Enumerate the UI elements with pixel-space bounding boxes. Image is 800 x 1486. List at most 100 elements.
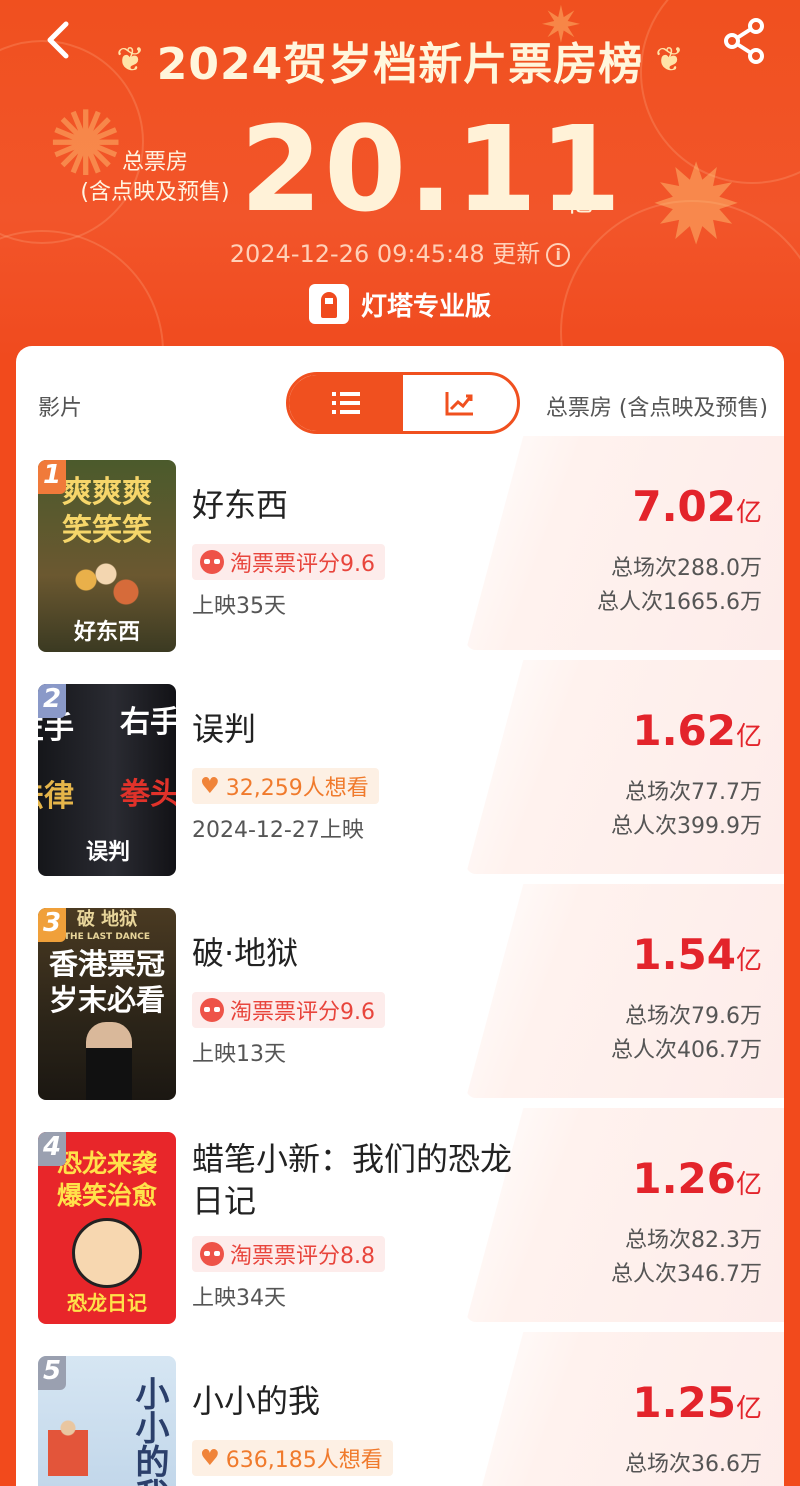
want-to-see-text: 32,259人想看	[225, 776, 369, 801]
poster-logo: 恐龙日记	[67, 1291, 147, 1315]
laurel-right-icon: ❦	[655, 40, 684, 80]
poster-line1: 香港票冠	[48, 947, 165, 981]
film-poster[interactable]: 破 地狱 THE LAST DANCE 香港票冠 岁末必看 3	[38, 908, 176, 1100]
poster-logo: 误判	[85, 839, 130, 865]
taopiaopiao-icon	[200, 550, 224, 574]
box-office-value: 1.62	[632, 706, 736, 755]
admissions: 总人次1665.6万	[597, 590, 762, 615]
chevron-left-icon	[47, 21, 69, 59]
film-title[interactable]: 好东西	[192, 484, 522, 526]
header: ✺ ✹ ✷ ❦ 2024贺岁档新片票房榜 ❦ 总票房 (含点映及预售) 20.1…	[0, 0, 800, 360]
box-office-value: 7.02	[632, 482, 736, 531]
box-office-unit: 亿	[735, 498, 762, 528]
row-highlight	[466, 884, 784, 1098]
poster-line2: 笑笑笑	[62, 513, 152, 548]
box-office-value: 1.54	[632, 930, 736, 979]
column-film-label: 影片	[38, 396, 83, 421]
poster-figure	[86, 1022, 132, 1100]
rank-badge: 2	[38, 684, 66, 718]
release-info: 上映35天	[192, 594, 286, 619]
title-row: ❦ 2024贺岁档新片票房榜 ❦	[100, 30, 700, 90]
rank-badge: 4	[38, 1132, 66, 1166]
film-row[interactable]: 破 地狱 THE LAST DANCE 香港票冠 岁末必看 3 破·地狱 淘票票…	[16, 884, 784, 1100]
box-office: 1.54亿	[632, 930, 762, 979]
release-info: 上映34天	[192, 1286, 286, 1311]
film-poster[interactable]: 小小的我 5	[38, 1356, 176, 1486]
column-total-label: 总票房 (含点映及预售)	[545, 396, 768, 421]
box-office-unit: 亿	[735, 722, 762, 752]
screenings: 总场次82.3万	[625, 1228, 762, 1253]
back-button[interactable]	[40, 18, 84, 62]
rank-badge: 5	[38, 1356, 66, 1390]
screenings: 总场次288.0万	[611, 556, 762, 581]
want-to-see-tag: ♥ 636,185人想看	[192, 1440, 393, 1476]
chart-view-button[interactable]	[403, 375, 517, 431]
ranking-panel: 影片 总票房 (含点映及预售) 爽爽爽 笑笑笑 好东西 1 好东西 淘票票评分9…	[16, 346, 784, 1486]
film-title[interactable]: 误判	[192, 708, 522, 750]
film-row[interactable]: 左手 法律 右手 拳头 误判 2 误判 ♥ 32,259人想看 2024-12-…	[16, 660, 784, 876]
row-highlight	[466, 660, 784, 874]
poster-right-top: 右手	[120, 705, 176, 740]
screenings: 总场次36.6万	[625, 1452, 762, 1477]
view-toggle[interactable]	[286, 372, 520, 434]
list-view-button[interactable]	[289, 375, 403, 431]
film-row[interactable]: 小小的我 5 小小的我 ♥ 636,185人想看 1.25亿 总场次36.6万	[16, 1332, 784, 1486]
admissions: 总人次399.9万	[611, 814, 762, 839]
poster-line2: 爆笑治愈	[56, 1181, 157, 1210]
poster-figures	[56, 556, 156, 616]
box-office-unit: 亿	[735, 946, 762, 976]
trend-chart-icon	[445, 392, 473, 416]
total-label-line2: (含点映及预售)	[80, 180, 230, 205]
updated-time: 2024-12-26 09:45:48 更新 i	[0, 234, 800, 269]
box-office-value: 1.26	[632, 1154, 736, 1203]
want-to-see-text: 636,185人想看	[225, 1448, 383, 1473]
page-title: 2024贺岁档新片票房榜	[156, 39, 644, 90]
row-highlight	[466, 436, 784, 650]
admissions: 总人次406.7万	[611, 1038, 762, 1063]
box-office: 7.02亿	[632, 482, 762, 531]
total-box-office-unit: 亿	[566, 185, 595, 218]
poster-character	[72, 1218, 142, 1288]
film-title[interactable]: 蜡笔小新：我们的恐龙日记	[192, 1138, 522, 1222]
total-label-line1: 总票房	[121, 150, 188, 175]
poster-line2: 岁末必看	[48, 983, 165, 1017]
info-icon[interactable]: i	[546, 243, 571, 267]
screenings: 总场次79.6万	[625, 1004, 762, 1029]
release-info: 2024-12-27上映	[192, 818, 364, 843]
rating-text: 淘票票评分9.6	[230, 1000, 375, 1025]
box-office: 1.25亿	[632, 1378, 762, 1427]
taopiaopiao-icon	[200, 1242, 224, 1266]
film-row[interactable]: 恐龙来袭 爆笑治愈 恐龙日记 4 蜡笔小新：我们的恐龙日记 淘票票评分8.8 上…	[16, 1108, 784, 1324]
rating-tag: 淘票票评分8.8	[192, 1236, 385, 1272]
poster-logo: 好东西	[73, 619, 140, 645]
film-title[interactable]: 小小的我	[192, 1380, 522, 1422]
want-to-see-tag: ♥ 32,259人想看	[192, 768, 379, 804]
poster-figure	[48, 1416, 88, 1476]
heart-icon: ♥	[200, 1445, 220, 1471]
screenings: 总场次77.7万	[625, 780, 762, 805]
rating-text: 淘票票评分8.8	[230, 1244, 375, 1269]
total-label: 总票房 (含点映及预售)	[80, 148, 230, 208]
brand: 灯塔专业版	[0, 284, 800, 324]
box-office: 1.62亿	[632, 706, 762, 755]
rating-tag: 淘票票评分9.6	[192, 544, 385, 580]
film-row[interactable]: 爽爽爽 笑笑笑 好东西 1 好东西 淘票票评分9.6 上映35天 7.02亿 总…	[16, 436, 784, 652]
box-office-unit: 亿	[735, 1394, 762, 1424]
lighthouse-logo-icon	[308, 284, 349, 324]
film-poster[interactable]: 爽爽爽 笑笑笑 好东西 1	[38, 460, 176, 652]
film-title[interactable]: 破·地狱	[192, 932, 522, 974]
laurel-left-icon: ❦	[116, 40, 145, 80]
box-office: 1.26亿	[632, 1154, 762, 1203]
rank-badge: 1	[38, 460, 66, 494]
share-icon	[724, 18, 764, 64]
rating-text: 淘票票评分9.6	[230, 552, 375, 577]
poster-right-bottom: 拳头	[120, 777, 176, 812]
admissions: 总人次346.7万	[611, 1262, 762, 1287]
updated-time-text: 2024-12-26 09:45:48 更新	[229, 240, 541, 268]
list-icon	[332, 392, 360, 414]
box-office-value: 1.25	[632, 1378, 736, 1427]
film-poster[interactable]: 恐龙来袭 爆笑治愈 恐龙日记 4	[38, 1132, 176, 1324]
film-poster[interactable]: 左手 法律 右手 拳头 误判 2	[38, 684, 176, 876]
share-button[interactable]	[718, 14, 772, 68]
rank-badge: 3	[38, 908, 66, 942]
